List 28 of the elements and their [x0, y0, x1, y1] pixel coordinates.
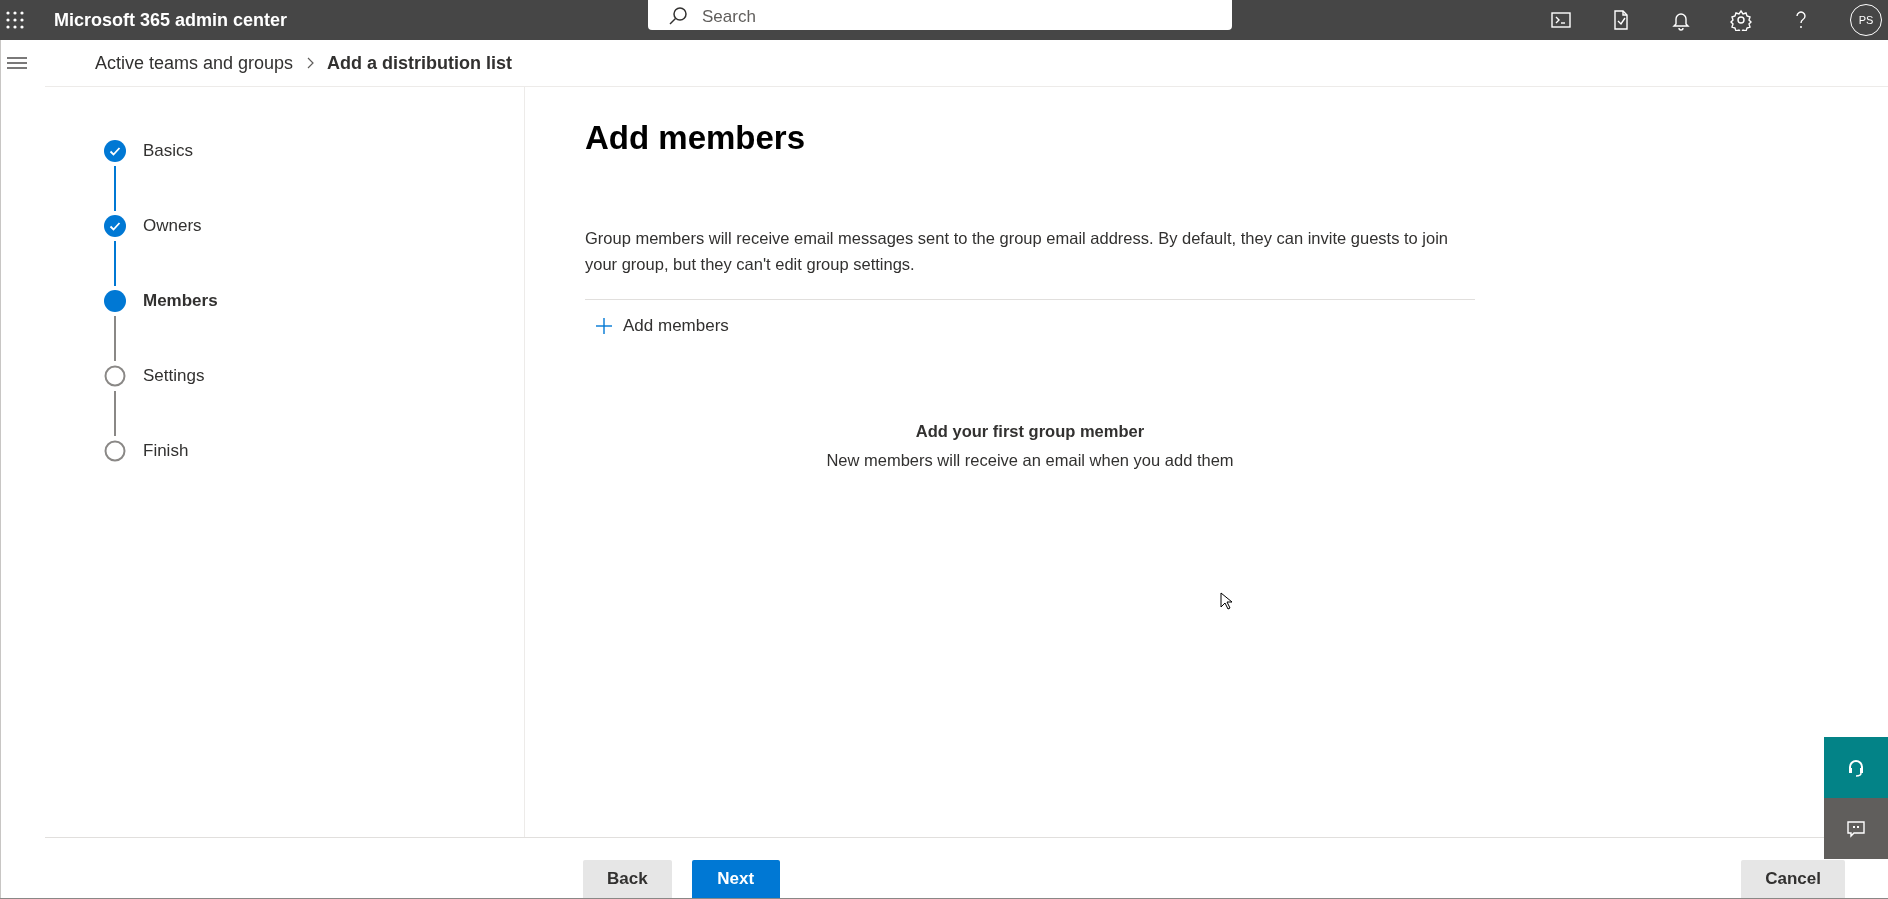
- settings-icon[interactable]: [1730, 9, 1752, 31]
- chevron-right-icon: [305, 57, 316, 69]
- chat-bubble-icon: [1847, 819, 1865, 838]
- step-label: Owners: [143, 216, 202, 236]
- terminal-icon[interactable]: [1550, 9, 1572, 31]
- add-members-button[interactable]: Add members: [585, 312, 739, 340]
- step-label: Finish: [143, 441, 189, 461]
- breadcrumb-current: Add a distribution list: [327, 52, 513, 74]
- plus-icon: [595, 317, 613, 335]
- breadcrumb-link[interactable]: Active teams and groups: [95, 52, 294, 74]
- empty-state-title: Add your first group member: [915, 422, 1145, 441]
- step-label: Settings: [143, 366, 205, 386]
- headset-icon: [1847, 758, 1865, 777]
- secondary-button[interactable]: Cancel: [1741, 860, 1845, 898]
- feedback-button[interactable]: [1824, 798, 1888, 859]
- secondary-button[interactable]: Back: [583, 860, 672, 898]
- page-title: Add members: [585, 119, 807, 157]
- primary-button[interactable]: Next: [691, 860, 780, 898]
- app-title[interactable]: Microsoft 365 admin center: [54, 9, 648, 31]
- mouse-pointer-icon: [1220, 592, 1232, 610]
- search-field[interactable]: Search: [648, 0, 1232, 30]
- app-launcher-icon[interactable]: [4, 9, 26, 31]
- description-text: Group members will receive email messages sent to the group email address. By default, they can invite guests to join your group, but they can't edit group settings.: [585, 228, 1449, 275]
- search-icon: [668, 6, 688, 26]
- step-label: Basics: [143, 141, 194, 161]
- empty-state-text: New members will receive an email when you add them: [826, 451, 1234, 470]
- menu-icon[interactable]: [7, 55, 27, 71]
- step-label: Members: [143, 291, 218, 311]
